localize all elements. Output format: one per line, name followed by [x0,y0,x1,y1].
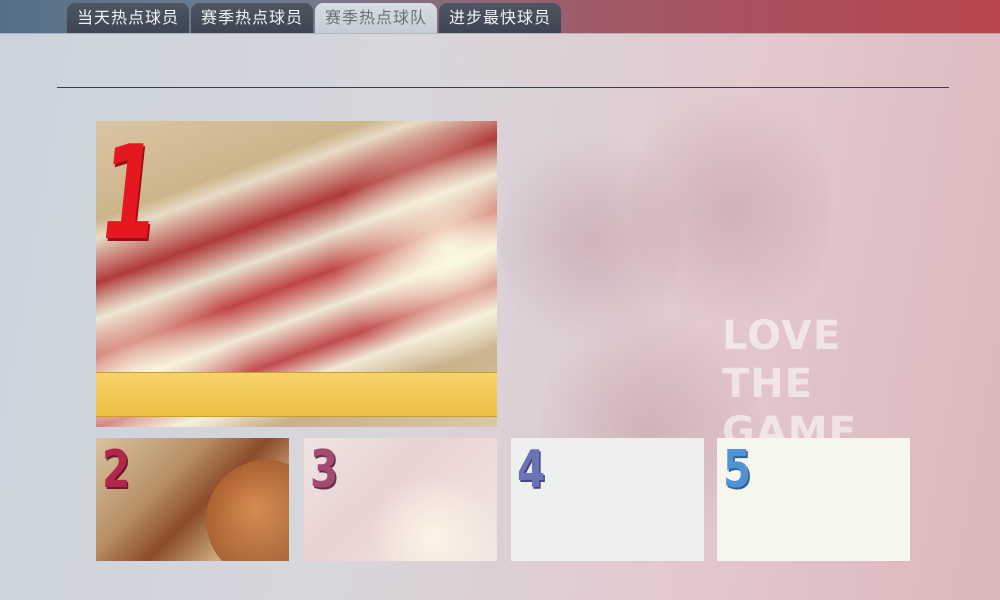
rank-5-number: 5 [723,440,752,500]
tab-daily-hot-players[interactable]: 当天热点球员 [67,3,189,33]
tab-most-improved-players[interactable]: 进步最快球员 [439,3,561,33]
rank-2-card[interactable]: 2 [96,438,289,561]
rank-4-card[interactable]: 4 [511,438,704,561]
basketball-image [206,460,289,561]
card-glow [364,468,497,561]
rank-5-card[interactable]: 5 [717,438,910,561]
rank-1-caption-bar [96,372,497,417]
divider [57,87,949,88]
top-bar: 当天热点球员 赛季热点球员 赛季热点球队 进步最快球员 [0,0,1000,33]
rank-3-card[interactable]: 3 [304,438,497,561]
tab-bar: 当天热点球员 赛季热点球员 赛季热点球队 进步最快球员 [67,3,561,33]
rank-3-number: 3 [310,440,339,500]
tab-season-hot-players[interactable]: 赛季热点球员 [191,3,313,33]
rank-2-number: 2 [102,440,131,500]
background-slogan: LOVE THE GAME [722,313,857,455]
rank-4-number: 4 [517,440,546,500]
tab-season-hot-teams[interactable]: 赛季热点球队 [315,3,437,33]
